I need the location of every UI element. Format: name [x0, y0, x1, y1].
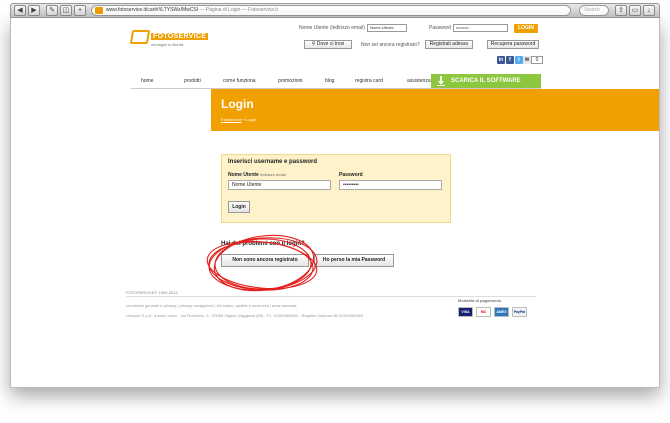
share-icon[interactable]: ⇪ [615, 5, 627, 16]
browser-toolbar: ◀ ▶ ✎ ◫ + www.fotoservice.it/cart#!/LTYS… [10, 3, 660, 18]
not-registered-text: Non sei ancora registrato? [361, 42, 420, 48]
username-label-text: Nome Utente [228, 172, 259, 178]
forward-icon[interactable]: ▶ [28, 5, 40, 16]
browser-viewport: FOTOSERVICE immagini in libertà Nome Ute… [10, 18, 660, 388]
recover-password-button[interactable]: Recupera password [487, 40, 539, 49]
favicon-icon [95, 7, 103, 14]
login-problems-heading: Hai dei problemi con il login? [221, 241, 305, 247]
login-submit-button[interactable]: Login [228, 201, 250, 213]
nav-item-prodotti[interactable]: prodotti [184, 75, 201, 87]
breadcrumb-separator: » [242, 117, 246, 122]
camera-logo-icon [129, 30, 151, 44]
logo-wordmark: FOTOSERVICE [151, 33, 209, 40]
breadcrumb: Fotoservice » Login [221, 117, 256, 122]
where-button-label: Dove ci trovi [316, 41, 345, 47]
nav-item-come-funziona[interactable]: come funziona [223, 75, 256, 87]
site-logo[interactable]: FOTOSERVICE immagini in libertà [129, 30, 209, 50]
nav-item-blog[interactable]: blog [325, 75, 334, 87]
username-input[interactable]: Nome Utente [228, 180, 331, 190]
nav-item-promozioni[interactable]: promozioni [278, 75, 302, 87]
mastercard-icon: MC [476, 307, 491, 317]
plus-icon[interactable]: + [74, 5, 86, 16]
url-text: www.fotoservice.it/cart#!/LTYSWz/MwCSI [106, 7, 199, 13]
mail-icon[interactable]: ✉ [523, 56, 531, 64]
lost-password-button[interactable]: Ho perso la mia Password [314, 254, 394, 267]
download-arrow-icon [437, 76, 445, 86]
cart-count-badge[interactable]: 0 [531, 56, 543, 64]
logo-tagline: immagini in libertà [151, 42, 184, 47]
page-title: Login [221, 97, 254, 111]
tab-title: — Pagina di Login — Fotoservice.it [199, 7, 278, 13]
page-banner: Login Fotoservice » Login [211, 89, 659, 131]
header-username-label: Nome Utente (indirizzo email) [299, 25, 365, 31]
twitter-icon[interactable]: t [515, 56, 523, 64]
register-button[interactable]: Registrati adesso [425, 40, 473, 49]
breadcrumb-home-link[interactable]: Fotoservice [221, 117, 242, 122]
password-label: Password [339, 172, 363, 178]
footer-address: Unicolor S.p.A. a socio unico - via Fium… [126, 313, 364, 318]
username-label: Nome Utente indirizzo email [228, 172, 286, 178]
footer-divider [126, 296, 536, 297]
amex-card-icon: AMEX [494, 307, 509, 317]
where-button[interactable]: ⚲ Dove ci trovi [304, 40, 352, 49]
download-software-label: SCARICA IL SOFTWARE [451, 78, 521, 84]
bookmark-icon[interactable]: ◫ [60, 5, 72, 16]
search-input[interactable]: Search [579, 5, 609, 16]
payment-methods-label: Modalità di pagamento [458, 298, 502, 303]
header-password-input[interactable]: ••••••••• [453, 24, 508, 32]
header-password-label: Password [429, 25, 451, 31]
nav-item-home[interactable]: home [141, 75, 154, 87]
not-registered-button[interactable]: Non sono ancora registrato [221, 254, 309, 267]
header-username-input[interactable]: Nome Utente [367, 24, 407, 32]
paypal-icon: PayPal [512, 307, 527, 317]
wrench-icon[interactable]: ✎ [46, 5, 58, 16]
username-hint: indirizzo email [260, 172, 286, 177]
back-icon[interactable]: ◀ [14, 5, 26, 16]
breadcrumb-current: Login [246, 117, 256, 122]
window-icon[interactable]: ▭ [629, 5, 641, 16]
download-software-button[interactable]: SCARICA IL SOFTWARE [431, 74, 541, 88]
footer-links[interactable]: condizioni generali e privacy | privacy … [126, 303, 297, 308]
address-bar[interactable]: www.fotoservice.it/cart#!/LTYSWz/MwCSI —… [91, 5, 571, 16]
footer-copyright: FOTOSERVICE© 1999-2013 [126, 290, 178, 295]
facebook-icon[interactable]: f [506, 56, 514, 64]
header-login-button[interactable]: LOGIN [514, 24, 538, 33]
nav-item-registra-card[interactable]: registra card [355, 75, 383, 87]
nav-item-assistenza[interactable]: assistenza [407, 75, 431, 87]
visa-card-icon: VISA [458, 307, 473, 317]
login-form-heading: Inserisci username e password [228, 159, 318, 165]
download-icon[interactable]: ↓ [643, 5, 655, 16]
password-input[interactable]: ••••••••• [339, 180, 442, 190]
login-form: Inserisci username e password Nome Utent… [221, 154, 451, 223]
linkedin-icon[interactable]: in [497, 56, 505, 64]
